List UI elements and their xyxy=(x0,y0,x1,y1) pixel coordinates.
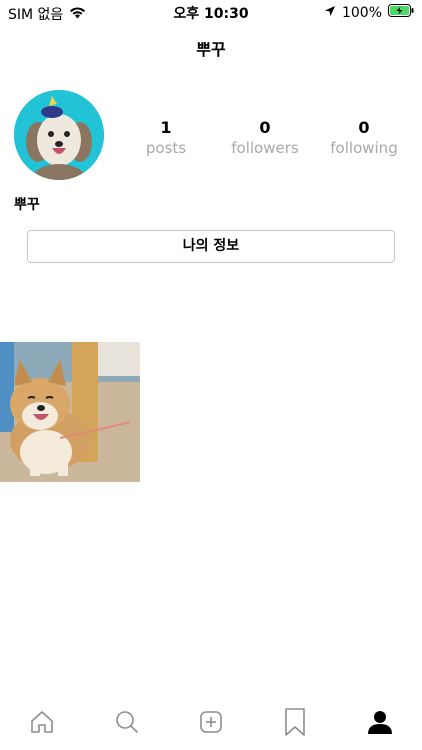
post-thumbnail[interactable] xyxy=(0,342,140,482)
status-bar: SIM 없음 오후 10:30 100% xyxy=(0,0,422,24)
avatar[interactable] xyxy=(14,90,104,180)
battery-charging-icon xyxy=(388,4,414,21)
stat-posts-label: posts xyxy=(145,139,187,157)
battery-percent: 100% xyxy=(341,4,382,21)
stat-following-label: following xyxy=(330,139,398,157)
search-icon xyxy=(115,710,139,738)
stat-followers-label: followers xyxy=(231,139,299,157)
tab-home[interactable] xyxy=(22,704,62,744)
bookmark-icon xyxy=(284,707,306,741)
location-arrow-icon xyxy=(324,5,336,21)
tab-bar xyxy=(0,698,422,750)
home-icon xyxy=(29,710,55,738)
tab-profile[interactable] xyxy=(360,704,400,744)
profile-stats: 1 posts 0 followers 0 following xyxy=(120,118,410,157)
stat-followers-count: 0 xyxy=(259,118,271,137)
posts-grid xyxy=(0,342,140,482)
tab-search[interactable] xyxy=(107,704,147,744)
page-title: 뿌꾸 xyxy=(196,40,226,59)
stat-following[interactable]: 0 following xyxy=(318,118,410,157)
my-info-button[interactable]: 나의 정보 xyxy=(27,230,395,263)
stat-following-count: 0 xyxy=(358,118,370,137)
stat-followers[interactable]: 0 followers xyxy=(219,118,311,157)
profile-icon xyxy=(367,709,393,739)
stat-posts-count: 1 xyxy=(160,118,172,137)
stat-posts[interactable]: 1 posts xyxy=(120,118,212,157)
tab-bookmarks[interactable] xyxy=(275,704,315,744)
add-post-icon xyxy=(199,710,223,738)
tab-add-post[interactable] xyxy=(191,704,231,744)
profile-username: 뿌꾸 xyxy=(14,197,40,213)
